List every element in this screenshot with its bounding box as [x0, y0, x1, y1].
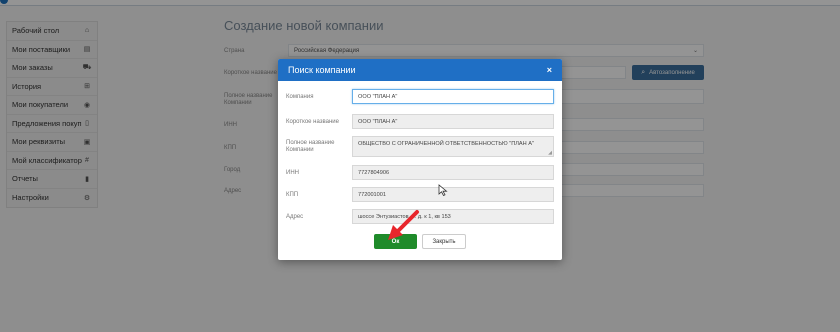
modal-short-name-label: Короткое название [286, 119, 339, 125]
company-label: Компания [286, 94, 314, 100]
mouse-cursor-icon [438, 184, 448, 196]
modal-header: Поиск компании × [278, 59, 562, 81]
inn-value: 7727804906 [358, 169, 390, 176]
modal-title: Поиск компании [288, 65, 356, 75]
kpp-value: 772001001 [358, 191, 386, 198]
modal-full-name-label: Полное название Компании [286, 140, 335, 153]
short-name-value: ООО "ПЛАН А" [358, 118, 398, 125]
company-value: ООО "ПЛАН А" [358, 93, 398, 100]
close-button[interactable]: Закрыть [422, 234, 466, 249]
company-search-modal: Поиск компании × Компания ООО "ПЛАН А" К… [278, 59, 562, 260]
annotation-arrow-icon [388, 210, 419, 240]
company-search-input[interactable]: ООО "ПЛАН А" [352, 89, 554, 104]
modal-full-name-field[interactable]: ОБЩЕСТВО С ОГРАНИЧЕННОЙ ОТВЕТСТВЕННОСТЬЮ… [352, 136, 554, 157]
modal-address-label: Адрес [286, 214, 304, 220]
modal-kpp-label: КПП [286, 192, 299, 198]
modal-short-name-field[interactable]: ООО "ПЛАН А" [352, 114, 554, 129]
close-icon[interactable]: × [547, 65, 552, 75]
modal-kpp-field[interactable]: 772001001 [352, 187, 554, 202]
modal-address-field[interactable]: шоссе Энтузиастов, ... д. к 1, кв 153 [352, 209, 554, 224]
modal-inn-field[interactable]: 7727804906 [352, 165, 554, 180]
full-name-value: ОБЩЕСТВО С ОГРАНИЧЕННОЙ ОТВЕТСТВЕННОСТЬЮ… [358, 141, 534, 147]
modal-inn-label: ИНН [286, 170, 299, 176]
resize-handle-icon[interactable]: ◢ [548, 150, 552, 156]
